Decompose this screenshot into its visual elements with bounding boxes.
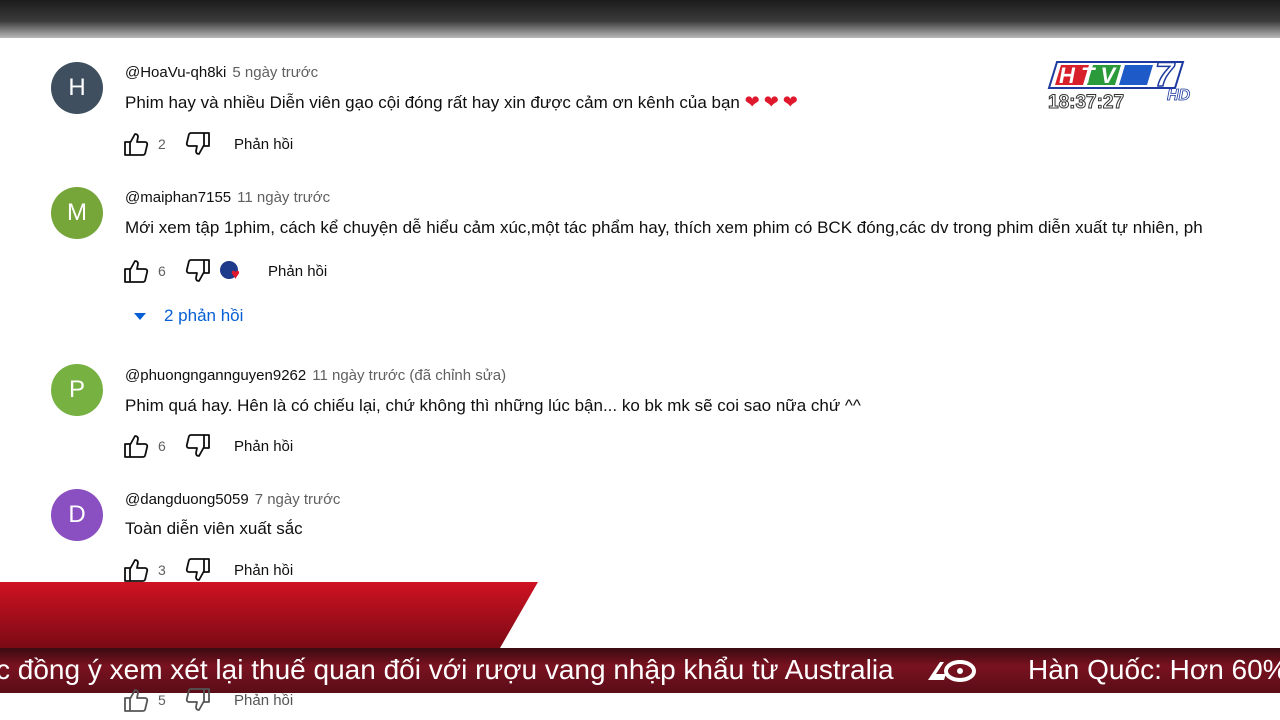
comment-author[interactable]: @HoaVu-qh8ki <box>125 64 226 81</box>
svg-text:HD: HD <box>1167 87 1191 104</box>
avatar[interactable]: H <box>51 62 103 114</box>
comment-text: Phim hay và nhiều Diễn viên gạo cội đóng… <box>125 93 740 112</box>
comment-text: Mới xem tập 1phim, cách kể chuyện dễ hiể… <box>125 218 1203 237</box>
comment-author[interactable]: @dangduong5059 <box>125 491 249 508</box>
video-top-bar <box>0 0 1280 38</box>
like-count: 2 <box>158 136 166 152</box>
thumb-up-icon[interactable] <box>122 433 150 459</box>
channel-ticker-logo-icon <box>928 660 976 682</box>
thumb-down-icon[interactable] <box>184 687 212 713</box>
reply-button[interactable]: Phản hồi <box>234 438 293 455</box>
avatar[interactable]: M <box>51 187 103 239</box>
like-count: 5 <box>158 692 166 708</box>
avatar[interactable]: P <box>51 364 103 416</box>
replies-count-label: 2 phản hồi <box>164 306 244 325</box>
thumb-down-icon[interactable] <box>184 258 212 284</box>
thumb-down-icon[interactable] <box>184 433 212 459</box>
ticker-headline: c đồng ý xem xét lại thuế quan đối với r… <box>0 654 894 685</box>
avatar-letter: D <box>68 501 86 528</box>
avatar[interactable]: D <box>51 489 103 541</box>
view-replies-button[interactable]: 2 phản hồi <box>130 306 243 326</box>
comment-text: Toàn diễn viên xuất sắc <box>125 519 303 538</box>
like-count: 6 <box>158 438 166 454</box>
like-count: 3 <box>158 562 166 578</box>
comment-time[interactable]: 5 ngày trước <box>232 64 318 81</box>
reply-button[interactable]: Phản hồi <box>234 692 293 709</box>
thumb-up-icon[interactable] <box>122 687 150 713</box>
thumb-up-icon[interactable] <box>122 258 150 284</box>
reply-button[interactable]: Phản hồi <box>234 136 293 153</box>
reply-button[interactable]: Phản hồi <box>234 562 293 579</box>
lower-third-banner <box>0 582 538 648</box>
thumb-up-icon[interactable] <box>122 131 150 157</box>
reply-button[interactable]: Phản hồi <box>268 263 327 280</box>
comment-time[interactable]: 11 ngày trước (đã chỉnh sửa) <box>312 367 506 384</box>
chevron-down-icon <box>134 312 146 320</box>
comment-author[interactable]: @maiphan7155 <box>125 189 231 206</box>
svg-text:H T V: H T V <box>1059 63 1118 88</box>
avatar-letter: M <box>67 199 87 226</box>
heart-emojis: ❤❤❤ <box>744 92 802 112</box>
comment-text: Phim quá hay. Hên là có chiếu lại, chứ k… <box>125 396 861 415</box>
avatar-letter: P <box>68 376 85 403</box>
thumb-up-icon[interactable] <box>122 557 150 583</box>
ticker-headline-next: Hàn Quốc: Hơn 60% <box>1028 654 1280 685</box>
avatar-letter: H <box>68 74 86 101</box>
broadcast-clock: 18:37:27 <box>1047 92 1125 114</box>
like-count: 6 <box>158 263 166 279</box>
comment-time[interactable]: 7 ngày trước <box>255 491 341 508</box>
thumb-down-icon[interactable] <box>184 557 212 583</box>
creator-heart-icon: ♥ <box>218 258 246 284</box>
comment-author[interactable]: @phuongngannguyen9262 <box>125 367 306 384</box>
comment-item-partial: 5 Phản hồi <box>0 688 1280 720</box>
thumb-down-icon[interactable] <box>184 131 212 157</box>
comment-time[interactable]: 11 ngày trước <box>237 189 330 206</box>
